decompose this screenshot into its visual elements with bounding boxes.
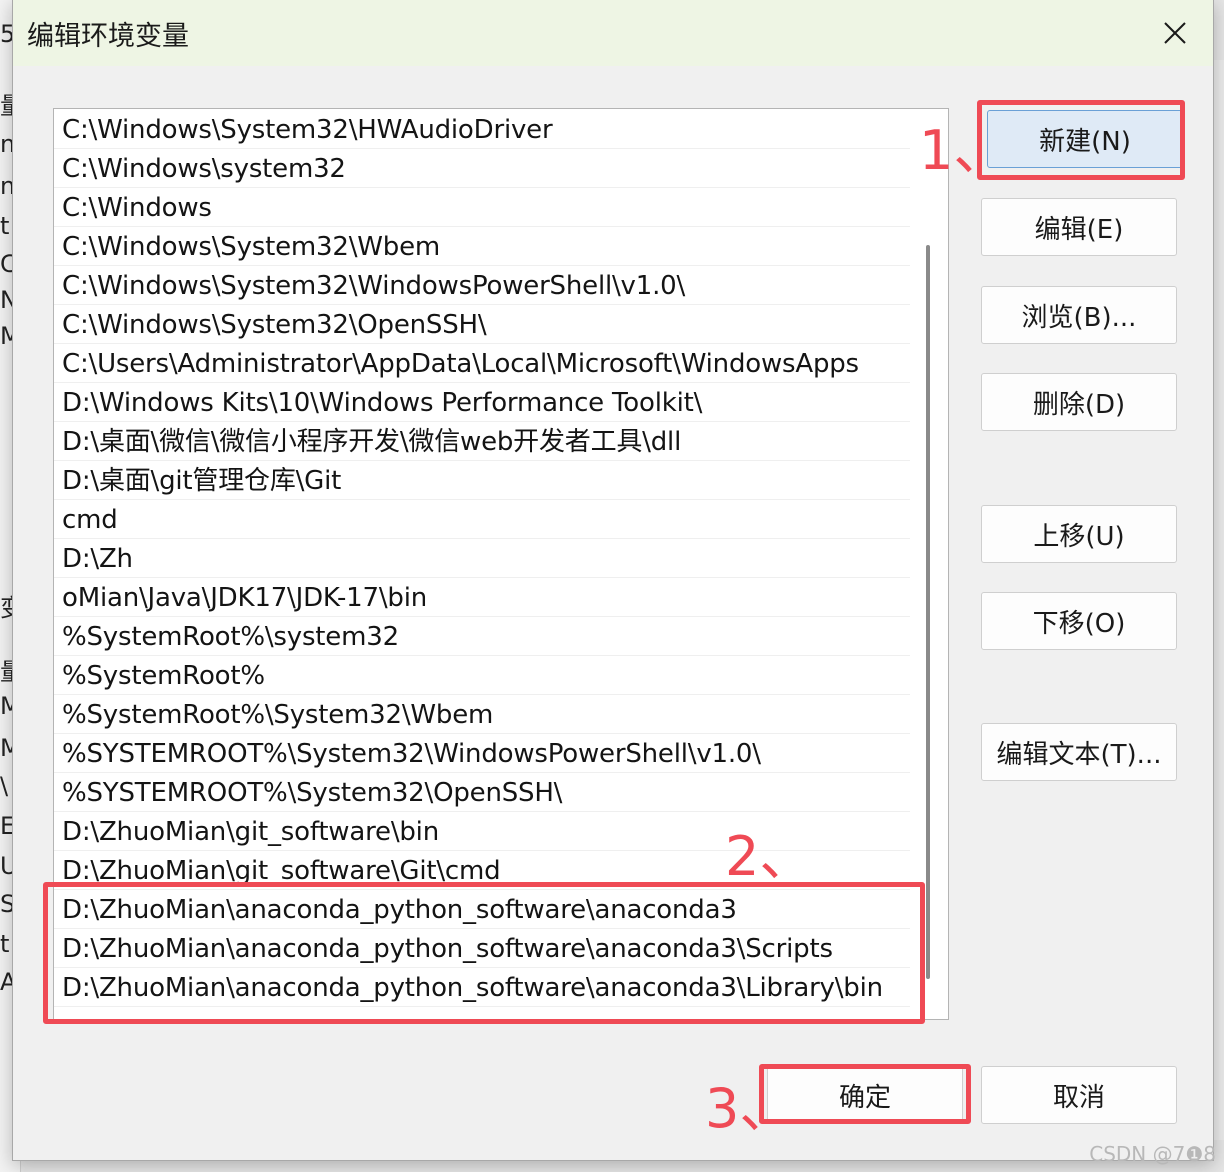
- dialog-title: 编辑环境变量: [27, 21, 189, 52]
- path-list-item[interactable]: %SystemRoot%\System32\Wbem: [54, 696, 910, 734]
- move-up-button[interactable]: 上移(U): [981, 505, 1177, 563]
- path-list-item[interactable]: C:\Windows\System32\Wbem: [54, 228, 910, 266]
- close-button[interactable]: [1137, 0, 1213, 66]
- cancel-button[interactable]: 取消: [981, 1066, 1177, 1124]
- path-list-item[interactable]: C:\Windows: [54, 189, 910, 227]
- delete-button[interactable]: 删除(D): [981, 373, 1177, 431]
- annotation-step-1: 1、: [919, 119, 1008, 182]
- watermark: CSDN @7❶8: [1089, 1142, 1216, 1166]
- annotation-step-2: 2、: [725, 825, 814, 888]
- path-list-item[interactable]: D:\Windows Kits\10\Windows Performance T…: [54, 384, 910, 422]
- background-window-right-edge: [1214, 60, 1224, 1140]
- path-list-item[interactable]: cmd: [54, 501, 910, 539]
- path-list-item[interactable]: C:\Windows\System32\HWAudioDriver: [54, 111, 910, 149]
- annotation-box-new: [977, 100, 1185, 180]
- path-list-item[interactable]: C:\Windows\System32\WindowsPowerShell\v1…: [54, 267, 910, 305]
- move-down-button[interactable]: 下移(O): [981, 592, 1177, 650]
- edit-text-button[interactable]: 编辑文本(T)...: [981, 723, 1177, 781]
- path-list-item[interactable]: %SystemRoot%: [54, 657, 910, 695]
- list-scrollbar[interactable]: [926, 245, 930, 979]
- path-list-item[interactable]: C:\Windows\system32: [54, 150, 910, 188]
- title-bar: 编辑环境变量: [13, 0, 1213, 66]
- path-list-item[interactable]: D:\桌面\git管理仓库\Git: [54, 462, 910, 500]
- close-icon: [1164, 22, 1186, 44]
- edit-button[interactable]: 编辑(E): [981, 198, 1177, 256]
- annotation-step-3: 3、: [705, 1077, 794, 1140]
- path-list-item[interactable]: D:\Zh: [54, 540, 910, 578]
- path-list-item[interactable]: C:\Windows\System32\OpenSSH\: [54, 306, 910, 344]
- edit-env-variable-dialog: 编辑环境变量 C:\Windows\System32\HWAudioDriver…: [12, 0, 1214, 1161]
- path-list-item[interactable]: %SYSTEMROOT%\System32\OpenSSH\: [54, 774, 910, 812]
- browse-button[interactable]: 浏览(B)...: [981, 286, 1177, 344]
- path-list-item[interactable]: C:\Users\Administrator\AppData\Local\Mic…: [54, 345, 910, 383]
- path-list-item[interactable]: D:\桌面\微信\微信小程序开发\微信web开发者工具\dll: [54, 423, 910, 461]
- annotation-box-new-paths: [43, 882, 925, 1024]
- path-list-item[interactable]: %SystemRoot%\system32: [54, 618, 910, 656]
- path-list-item[interactable]: oMian\Java\JDK17\JDK-17\bin: [54, 579, 910, 617]
- path-list-item[interactable]: %SYSTEMROOT%\System32\WindowsPowerShell\…: [54, 735, 910, 773]
